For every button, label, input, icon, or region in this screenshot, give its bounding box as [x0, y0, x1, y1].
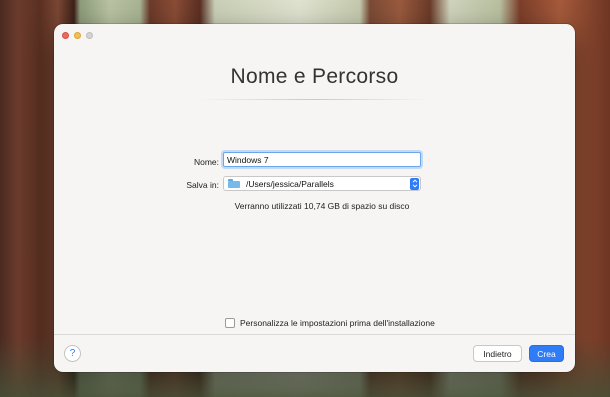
close-window-button[interactable] [62, 32, 69, 39]
folder-icon [228, 179, 240, 188]
name-label: Nome: [193, 157, 219, 167]
create-button[interactable]: Crea [529, 345, 564, 362]
name-input[interactable] [223, 152, 421, 167]
footer-divider [54, 334, 575, 335]
save-path-value: /Users/jessica/Parallels [246, 178, 334, 189]
customize-option[interactable]: Personalizza le impostazioni prima dell'… [225, 318, 435, 328]
chevron-up-down-icon[interactable] [410, 177, 419, 190]
title-bar [54, 24, 575, 46]
save-location-label: Salva in: [186, 180, 219, 190]
page-title: Nome e Percorso [230, 65, 399, 88]
question-mark-icon: ? [69, 348, 76, 359]
zoom-window-button[interactable] [86, 32, 93, 39]
help-button[interactable]: ? [64, 345, 81, 362]
disk-usage-info: Verranno utilizzati 10,74 GB di spazio s… [234, 201, 410, 211]
back-button[interactable]: Indietro [473, 345, 522, 362]
customize-label[interactable]: Personalizza le impostazioni prima dell'… [240, 318, 435, 328]
customize-checkbox[interactable] [225, 318, 235, 328]
save-location-select[interactable]: /Users/jessica/Parallels [223, 176, 421, 191]
minimize-window-button[interactable] [74, 32, 81, 39]
title-divider [199, 99, 430, 100]
parallels-wizard-window: Nome e Percorso Nome: Salva in: /Users/j… [54, 24, 575, 372]
